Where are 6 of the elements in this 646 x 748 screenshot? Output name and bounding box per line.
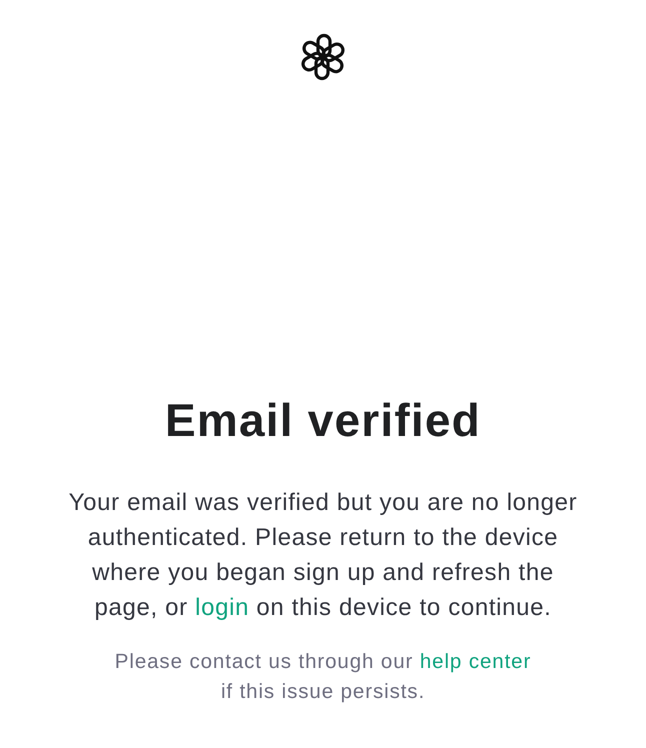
page-title: Email verified xyxy=(165,393,481,448)
login-link[interactable]: login xyxy=(195,594,250,621)
logo-icon xyxy=(299,33,347,81)
message-text: Your email was verified but you are no longer authenticated. Please return to the device where you began sign up and refresh the page, or login on this device to continue. xyxy=(68,488,578,623)
help-center-link[interactable]: help center xyxy=(420,650,532,673)
help-text: Please contact us through our help center if this issue persists. xyxy=(114,649,532,705)
